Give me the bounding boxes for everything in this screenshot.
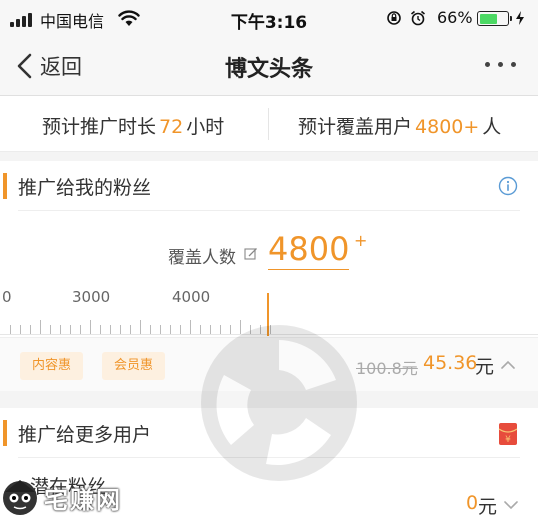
ruler-label: 3000 xyxy=(72,288,111,306)
ruler-tick xyxy=(140,320,141,334)
ruler-tick xyxy=(110,325,111,334)
price-unit: 元 xyxy=(475,356,495,378)
battery-icon xyxy=(477,11,512,26)
duration-unit: 小时 xyxy=(186,116,225,138)
section-title: 推广给我的粉丝 xyxy=(18,177,152,199)
ruler-tick xyxy=(30,325,31,334)
ruler-label: 4000 xyxy=(172,288,211,306)
accent-bar xyxy=(3,420,7,446)
accent-bar xyxy=(3,173,7,199)
potential-fans-unit: 元 xyxy=(478,496,498,516)
charging-icon xyxy=(516,11,524,25)
potential-fans-value: 0 xyxy=(466,492,479,514)
more-icon[interactable] xyxy=(485,62,516,67)
ruler-tick xyxy=(20,325,21,334)
alarm-icon xyxy=(410,10,426,26)
watermark-logo xyxy=(201,325,357,481)
member-discount-tag[interactable]: 会员惠 xyxy=(102,352,166,380)
ruler-tick xyxy=(130,325,131,334)
price-value: 45.36 xyxy=(423,352,478,374)
ruler-tick xyxy=(150,325,151,334)
ruler-tick xyxy=(180,325,181,334)
info-icon[interactable] xyxy=(498,176,518,196)
ruler-tick xyxy=(50,325,51,334)
ruler-tick xyxy=(70,325,71,334)
watermark-text: 宅赚网 xyxy=(44,486,122,514)
coverage-value: 4800+ xyxy=(415,116,480,138)
ruler-tick xyxy=(90,320,91,334)
svg-text:¥: ¥ xyxy=(505,435,511,445)
coverage-unit: 人 xyxy=(482,116,502,138)
ruler-label: 0 xyxy=(2,288,12,306)
cover-count-label: 覆盖人数 xyxy=(168,248,236,268)
watermark-avatar xyxy=(3,480,37,515)
content-discount-tag[interactable]: 内容惠 xyxy=(20,352,84,380)
chevron-up-icon[interactable] xyxy=(500,358,516,372)
cover-count-plus: + xyxy=(354,231,368,250)
red-packet-icon[interactable]: ¥ xyxy=(498,422,518,446)
cover-count-value[interactable]: 4800 xyxy=(268,229,350,270)
orientation-lock-icon xyxy=(387,11,401,25)
ruler-tick xyxy=(160,325,161,334)
ruler-tick xyxy=(170,325,171,334)
estimated-duration: 预计推广时长 72 小时 xyxy=(42,112,224,139)
ruler-tick xyxy=(10,325,11,334)
divider xyxy=(268,108,269,140)
ruler-tick xyxy=(120,325,121,334)
estimated-coverage: 预计覆盖用户 4800+ 人 xyxy=(298,112,501,139)
original-price: 100.8元 xyxy=(356,359,418,378)
ruler-tick xyxy=(40,320,41,334)
section-title: 推广给更多用户 xyxy=(18,424,152,446)
estimate-bar: 预计推广时长 72 小时 预计覆盖用户 4800+ 人 xyxy=(0,96,538,152)
divider xyxy=(18,210,520,211)
duration-label: 预计推广时长 xyxy=(42,116,157,138)
section-header: 推广给我的粉丝 xyxy=(0,161,538,211)
page-title: 博文头条 xyxy=(224,57,313,82)
ruler-tick xyxy=(190,320,191,334)
duration-value: 72 xyxy=(159,116,184,138)
status-bar: 中国电信 下午3:16 66% xyxy=(0,0,538,38)
edit-icon[interactable] xyxy=(244,247,258,261)
nav-bar: 返回 博文头条 xyxy=(0,38,538,96)
battery-percent: 66% xyxy=(437,8,473,27)
ruler-tick xyxy=(60,325,61,334)
ruler-tick xyxy=(80,325,81,334)
coverage-label: 预计覆盖用户 xyxy=(298,116,413,138)
chevron-down-icon[interactable] xyxy=(503,498,519,512)
ruler-tick xyxy=(100,325,101,334)
